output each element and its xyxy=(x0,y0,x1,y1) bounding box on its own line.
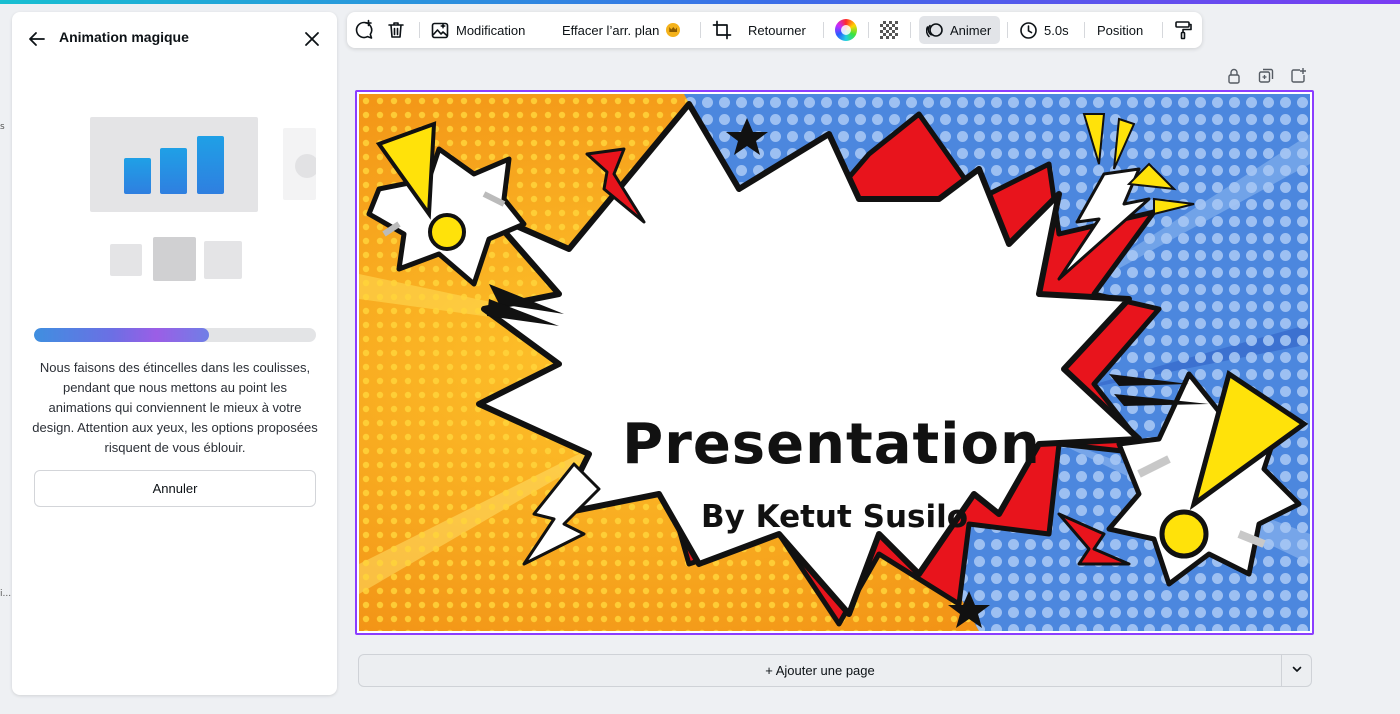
position-button[interactable]: Position xyxy=(1097,16,1143,44)
flip-button[interactable]: Retourner xyxy=(748,16,806,44)
toolbar-divider xyxy=(700,22,701,38)
toolbar-divider xyxy=(1084,22,1085,38)
lock-icon[interactable] xyxy=(1225,67,1243,85)
duration-label: 5.0s xyxy=(1044,22,1069,38)
animate-icon xyxy=(926,21,944,39)
left-edge-text: s xyxy=(0,122,5,132)
comment-button[interactable] xyxy=(353,16,379,44)
color-button[interactable] xyxy=(835,16,859,44)
trash-icon xyxy=(386,20,406,40)
generation-progress-bar xyxy=(34,328,316,342)
edit-image-label: Modification xyxy=(456,22,526,38)
left-edge-fragments: s i... xyxy=(0,4,12,714)
close-icon[interactable] xyxy=(301,28,323,50)
add-page-button[interactable]: + Ajouter une page xyxy=(358,654,1282,687)
preview-thumbnail xyxy=(204,241,242,279)
preview-thumbnail xyxy=(110,244,142,276)
next-preview xyxy=(283,128,316,200)
remove-background-button[interactable]: Effacer l’arr. plan xyxy=(562,16,681,44)
copy-style-button[interactable] xyxy=(1173,16,1195,44)
context-toolbar: Modification Effacer l’arr. plan Retourn… xyxy=(347,12,1202,48)
slide-page[interactable]: Presentation By Ketut Susilo xyxy=(359,94,1310,631)
crop-icon xyxy=(712,20,732,40)
comic-background xyxy=(359,94,1310,631)
panel-description: Nous faisons des étincelles dans les cou… xyxy=(32,360,318,455)
transparency-button[interactable] xyxy=(880,16,902,44)
edit-image-icon xyxy=(431,21,450,40)
preview-bar xyxy=(160,148,187,194)
panel-title: Animation magique xyxy=(59,29,189,45)
flip-label: Retourner xyxy=(748,22,806,38)
toolbar-divider xyxy=(1162,22,1163,38)
toolbar-divider xyxy=(823,22,824,38)
chevron-down-icon xyxy=(1291,662,1303,680)
preview-bar xyxy=(124,158,151,194)
magic-animation-panel: Animation magique Nous faisons des étinc… xyxy=(12,12,337,695)
edit-image-button[interactable]: Modification xyxy=(431,16,525,44)
remove-background-label: Effacer l’arr. plan xyxy=(562,22,660,38)
panel-header: Animation magique xyxy=(12,12,337,62)
left-edge-text: i... xyxy=(0,589,12,599)
animate-button[interactable]: Animer xyxy=(919,16,1000,44)
slide-title-text[interactable]: Presentation xyxy=(622,412,1041,477)
design-canvas[interactable]: Presentation By Ketut Susilo xyxy=(355,90,1314,635)
add-page-menu-button[interactable] xyxy=(1281,654,1312,687)
crop-button[interactable] xyxy=(712,16,734,44)
position-label: Position xyxy=(1097,22,1144,38)
crown-icon xyxy=(666,23,681,37)
duplicate-icon[interactable] xyxy=(1257,67,1275,85)
toolbar-divider xyxy=(419,22,420,38)
toolbar-divider xyxy=(868,22,869,38)
transparency-icon xyxy=(880,21,898,39)
top-gradient-strip xyxy=(0,0,1400,4)
paint-roller-icon xyxy=(1173,20,1193,40)
back-arrow-icon[interactable] xyxy=(26,28,48,50)
slide-subtitle[interactable]: By Ketut Susilo xyxy=(359,499,1310,535)
animate-label: Animer xyxy=(950,22,992,38)
slide-title[interactable]: Presentation xyxy=(359,412,1310,477)
toolbar-divider xyxy=(1007,22,1008,38)
delete-button[interactable] xyxy=(386,16,408,44)
progress-fill xyxy=(34,328,209,342)
cancel-button[interactable]: Annuler xyxy=(34,470,316,507)
comment-plus-icon xyxy=(353,19,375,41)
preview-bar xyxy=(197,136,224,194)
preview-thumbnail-active xyxy=(153,237,196,281)
clock-icon xyxy=(1019,21,1038,40)
duration-button[interactable]: 5.0s xyxy=(1019,16,1069,44)
add-page-icon[interactable] xyxy=(1289,67,1307,85)
color-wheel-icon xyxy=(835,19,857,41)
animation-preview xyxy=(90,117,258,212)
toolbar-divider xyxy=(910,22,911,38)
